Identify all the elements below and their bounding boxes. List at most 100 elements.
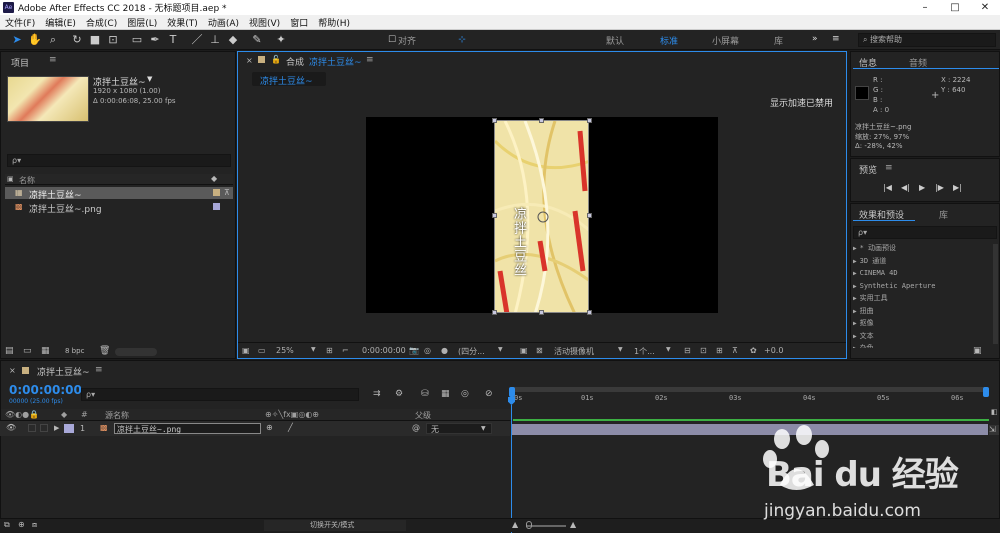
viewer-timecode[interactable]: 0:00:00:00	[362, 346, 406, 355]
flowchart-icon[interactable]: ⊼	[732, 346, 738, 355]
effects-category[interactable]: ▶ 实用工具	[853, 292, 991, 305]
scroll-arrow-icon[interactable]: ⇲	[989, 425, 999, 435]
rotate-tool-icon[interactable]: ↻	[70, 33, 84, 47]
project-row-png[interactable]: ▩ 凉拌土豆丝~.png	[5, 201, 233, 215]
timeline-tab[interactable]: 凉拌土豆丝~	[37, 365, 90, 378]
comp-panel-title-name[interactable]: 凉拌土豆丝~	[309, 55, 362, 68]
project-scrollbar[interactable]	[115, 348, 157, 356]
menu-composition[interactable]: 合成(C)	[81, 16, 122, 29]
label-color-swatch[interactable]	[213, 203, 220, 210]
effects-scrollbar[interactable]	[993, 244, 998, 344]
resolution-dropdown[interactable]: (四分...	[458, 346, 485, 357]
effects-category[interactable]: ▶ CINEMA 4D	[853, 267, 991, 280]
exposure-value[interactable]: +0.0	[764, 346, 783, 355]
layer-image-preview[interactable]: 凉拌土豆丝	[494, 120, 589, 313]
transform-handle[interactable]	[587, 310, 592, 315]
effects-category[interactable]: ▶ Synthetic Aperture	[853, 280, 991, 293]
monitor-icon[interactable]: ▭	[258, 346, 266, 355]
effects-category[interactable]: ▶杂色	[853, 342, 991, 348]
grid-options-icon[interactable]: ⊞	[326, 346, 333, 355]
color-channels-icon[interactable]: ●	[441, 346, 448, 355]
preview-title[interactable]: 预览	[859, 163, 877, 176]
transform-handle[interactable]	[587, 213, 592, 218]
eraser-tool-icon[interactable]: ◆	[226, 33, 240, 47]
in-out-icon[interactable]: ⧈	[32, 520, 37, 530]
interpret-footage-icon[interactable]: ▤	[5, 346, 14, 356]
pickwhip-icon[interactable]: @	[412, 423, 420, 432]
layer-row[interactable]: 👁 ▶ 1 ▩ 凉拌土豆丝~.png ⊕ ╱ @ 无 ▼	[0, 421, 510, 436]
timeline-search-input[interactable]: ρ▾	[81, 388, 359, 401]
transform-handle[interactable]	[492, 118, 497, 123]
transform-handle[interactable]	[492, 213, 497, 218]
menu-effect[interactable]: 效果(T)	[162, 16, 203, 29]
transform-handle[interactable]	[492, 310, 497, 315]
workspace-default[interactable]: 默认	[606, 34, 624, 47]
snapshot-icon[interactable]: 📷	[409, 346, 419, 355]
panel-menu-icon[interactable]: ≡	[366, 55, 374, 65]
lock-toggle[interactable]	[40, 424, 48, 432]
panel-menu-icon[interactable]: ≡	[95, 365, 103, 375]
last-frame-icon[interactable]: ▶|	[953, 183, 962, 192]
close-icon[interactable]: ✕	[970, 0, 1000, 15]
bpc-label[interactable]: 8 bpc	[65, 347, 84, 355]
quality-switch-icon[interactable]: ╱	[288, 423, 293, 432]
zoom-out-icon[interactable]: ▲	[512, 520, 518, 529]
rectangle-tool-icon[interactable]: ▭	[130, 33, 144, 47]
frame-blending-icon[interactable]: ▦	[441, 389, 450, 399]
hand-tool-icon[interactable]: ✋	[28, 33, 42, 47]
maximize-icon[interactable]: □	[940, 0, 970, 15]
zoom-dropdown[interactable]: 25%	[276, 346, 294, 355]
project-panel-title[interactable]: 项目	[11, 56, 29, 69]
roto-brush-tool-icon[interactable]: ✎	[250, 33, 264, 47]
time-ruler[interactable]: 0s 01s 02s 03s 04s 05s 06s	[511, 387, 989, 405]
search-help-field[interactable]: ⌕ 搜索帮助	[858, 33, 996, 47]
comp-tab[interactable]: 凉拌土豆丝~	[252, 72, 326, 87]
brush-tool-icon[interactable]: ／	[190, 33, 204, 47]
item-dropdown-icon[interactable]: ▼	[147, 75, 152, 83]
always-preview-icon[interactable]: ▣	[242, 346, 250, 355]
effects-category[interactable]: ▶ 文本	[853, 330, 991, 343]
effects-search-input[interactable]: ρ▾	[853, 226, 997, 239]
zoom-slider[interactable]	[526, 525, 566, 527]
pan-behind-tool-icon[interactable]: ⊡	[106, 33, 120, 47]
parent-column[interactable]: 父级	[415, 410, 431, 421]
layer-switches-icon[interactable]: ⧉	[4, 520, 10, 530]
text-tool-icon[interactable]: T	[166, 33, 180, 47]
effects-category[interactable]: ▶ 抠像	[853, 317, 991, 330]
visibility-eye-icon[interactable]: 👁	[6, 423, 16, 432]
clone-stamp-tool-icon[interactable]: ⊥	[208, 33, 222, 47]
zoom-tool-icon[interactable]: ⌕	[46, 33, 60, 47]
puppet-pin-tool-icon[interactable]: ✦	[274, 33, 288, 47]
transparency-grid-icon[interactable]: ⊠	[536, 346, 543, 355]
workspace-menu-icon[interactable]: ≡	[832, 34, 840, 44]
layer-name-field[interactable]: 凉拌土豆丝~.png	[114, 423, 261, 434]
zoom-slider-handle[interactable]	[526, 521, 532, 529]
menu-edit[interactable]: 编辑(E)	[40, 16, 81, 29]
menu-help[interactable]: 帮助(H)	[313, 16, 355, 29]
mask-visibility-icon[interactable]: ⌐	[342, 346, 349, 355]
new-folder-icon[interactable]: ▭	[23, 346, 32, 356]
more-workspaces-icon[interactable]: »	[812, 34, 818, 44]
delete-icon[interactable]: 🗑	[99, 346, 110, 356]
zoom-in-icon[interactable]: ▲	[570, 520, 576, 529]
expand-layer-icon[interactable]: ▶	[54, 424, 59, 432]
transform-handle[interactable]	[539, 310, 544, 315]
play-icon[interactable]: ▶	[919, 183, 925, 192]
graph-editor-icon[interactable]: ⊘	[485, 389, 493, 399]
panel-menu-icon[interactable]: ≡	[885, 163, 893, 173]
work-area-end-handle[interactable]	[983, 387, 989, 397]
parent-dropdown[interactable]: 无 ▼	[426, 423, 492, 434]
menu-layer[interactable]: 图层(L)	[122, 16, 162, 29]
motion-blur-icon[interactable]: ◎	[461, 389, 469, 399]
draft-3d-icon[interactable]: ⚙	[395, 389, 403, 399]
transform-handle[interactable]	[539, 118, 544, 123]
views-dropdown[interactable]: 1个...	[634, 346, 655, 357]
transfer-controls-icon[interactable]: ⊕	[18, 520, 25, 529]
lock-icon[interactable]: 🔓	[271, 55, 281, 64]
workspace-library[interactable]: 库	[774, 34, 783, 47]
menu-view[interactable]: 视图(V)	[244, 16, 285, 29]
zoom-timeline-icon[interactable]: ◧	[991, 408, 1000, 416]
minimize-icon[interactable]: –	[910, 0, 940, 15]
toggle-switches-modes-button[interactable]: 切换开关/模式	[264, 520, 406, 531]
shy-layers-icon[interactable]: ⛁	[421, 389, 429, 399]
